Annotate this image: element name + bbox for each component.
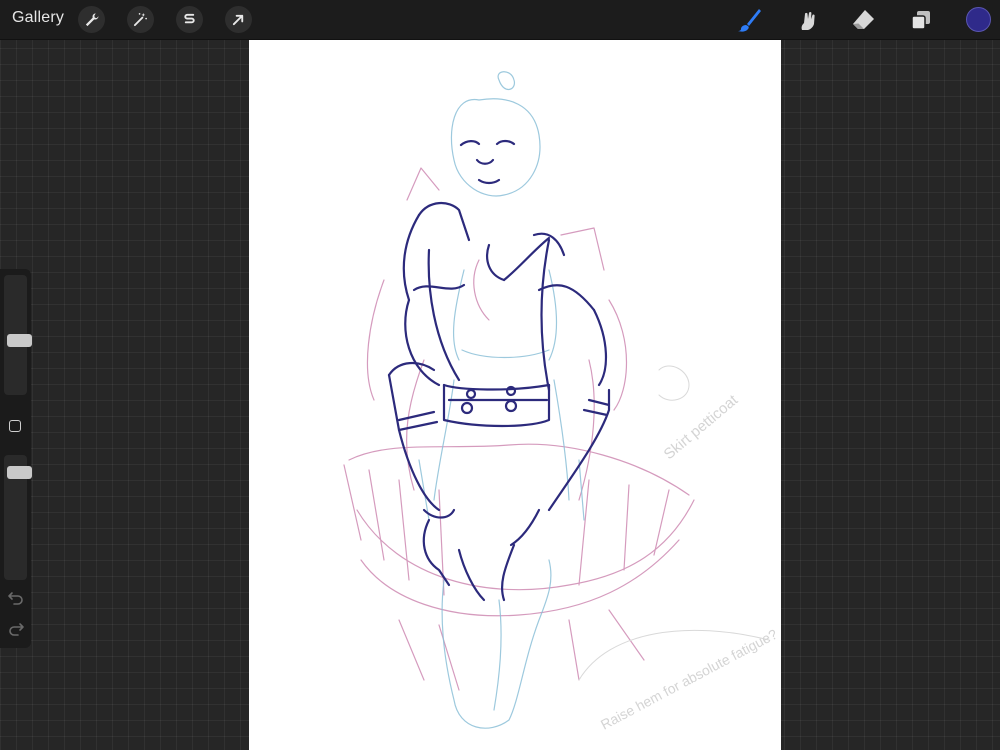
layers-tool-button[interactable]	[905, 4, 937, 36]
brush-opacity-thumb[interactable]	[7, 466, 32, 479]
top-toolbar: Gallery	[0, 0, 1000, 40]
adjustments-button[interactable]	[127, 6, 154, 33]
brush-icon	[738, 9, 761, 32]
eraser-tool-button[interactable]	[847, 4, 879, 36]
brush-size-slider[interactable]	[4, 275, 32, 395]
smudge-tool-button[interactable]	[790, 4, 822, 36]
selection-s-icon	[184, 13, 195, 24]
eraser-icon	[853, 10, 874, 29]
modify-square-icon[interactable]	[9, 420, 21, 432]
brush-tool-button[interactable]	[733, 4, 765, 36]
redo-icon[interactable]	[7, 622, 25, 636]
smudge-icon	[801, 11, 815, 30]
undo-icon[interactable]	[7, 591, 25, 605]
brush-size-thumb[interactable]	[7, 334, 32, 347]
drawing-canvas[interactable]: Skirt petticoat Raise hem for absolute f…	[249, 40, 781, 750]
sketch-artwork: Skirt petticoat Raise hem for absolute f…	[343, 71, 780, 733]
transform-button[interactable]	[225, 6, 252, 33]
brush-opacity-slider[interactable]	[4, 455, 32, 580]
wrench-icon	[85, 13, 99, 27]
actions-button[interactable]	[78, 6, 105, 33]
sketch-note-hem: Raise hem for absolute fatigue?	[598, 626, 780, 733]
magic-wand-icon	[133, 12, 147, 27]
gallery-button[interactable]: Gallery	[12, 9, 64, 27]
left-sidebar	[0, 269, 32, 648]
sketch-note-petticoat: Skirt petticoat	[661, 391, 742, 463]
color-picker-button[interactable]	[966, 7, 991, 32]
layers-icon	[911, 11, 930, 30]
transform-arrow-icon	[232, 14, 244, 26]
selection-button[interactable]	[176, 6, 203, 33]
